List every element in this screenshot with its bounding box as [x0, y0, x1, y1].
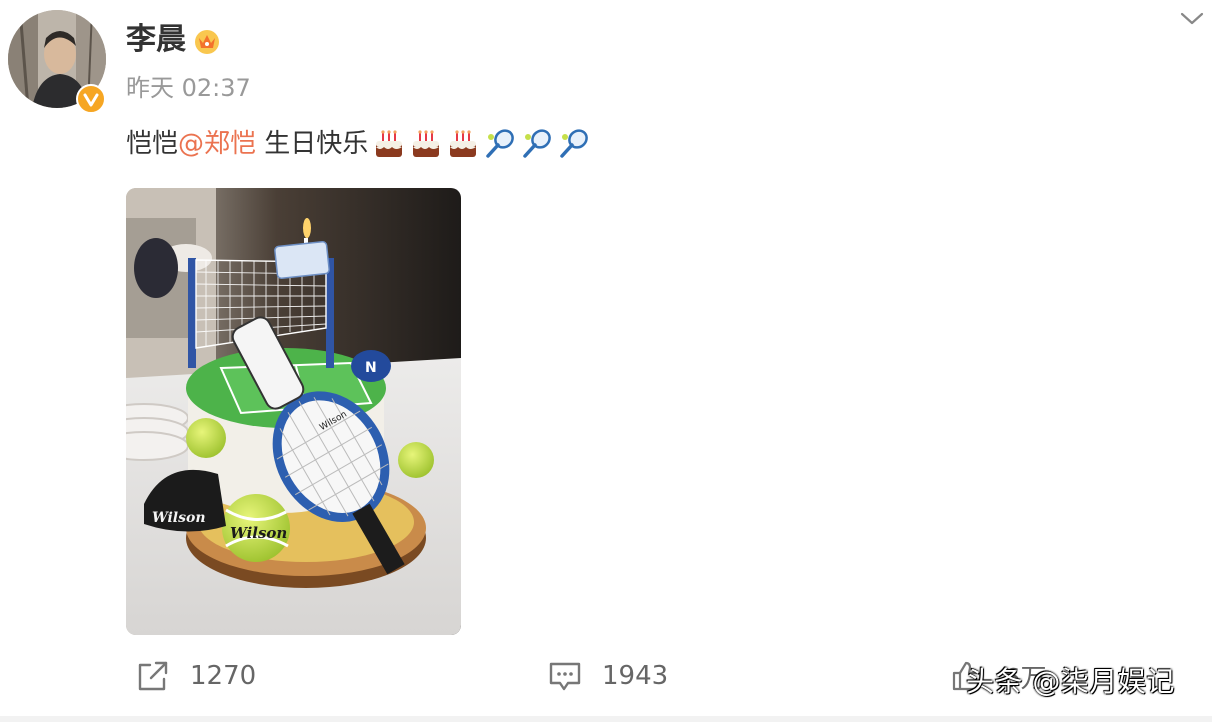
author-name[interactable]: 李晨 — [126, 20, 186, 60]
comment-button[interactable]: 1943 — [548, 656, 668, 696]
post-time: 昨天 02:37 — [126, 74, 251, 102]
post-text-prefix: 恺恺 — [126, 129, 179, 159]
chevron-down-icon[interactable] — [1178, 6, 1206, 30]
post-text-suffix: 生日快乐 — [256, 129, 369, 159]
cake-emoji-icon — [413, 130, 440, 157]
post-photo[interactable]: N Wilson Wilson Wilson — [126, 188, 461, 635]
source-watermark: 头条 @柒月娱记 — [966, 665, 1175, 698]
tennis-racket-emoji-icon — [560, 129, 589, 158]
cake-emoji-icon — [376, 130, 403, 157]
post-text: 恺恺 @郑恺 生日快乐 — [126, 124, 591, 164]
tennis-racket-emoji-icon — [523, 129, 552, 158]
comment-icon — [549, 662, 581, 691]
card-divider — [0, 716, 1212, 722]
repost-count: 1270 — [190, 661, 257, 691]
tennis-cake-photo: N Wilson Wilson Wilson — [126, 188, 461, 635]
cake-emoji-icon — [450, 130, 477, 157]
tennis-racket-emoji-icon — [486, 129, 515, 158]
mention-link[interactable]: @郑恺 — [178, 124, 256, 164]
repost-button[interactable]: 1270 — [136, 656, 256, 696]
crown-icon[interactable] — [192, 26, 222, 56]
svg-text:N: N — [365, 360, 377, 376]
repost-icon — [138, 661, 168, 691]
sign-brand-text: Wilson — [152, 510, 206, 526]
comment-count: 1943 — [602, 661, 669, 691]
verified-badge-icon — [76, 84, 106, 114]
ball-brand-text: Wilson — [230, 524, 287, 542]
weibo-post-card: 李晨 昨天 02:37 恺恺 @郑恺 生日快乐 N Wilson Wilson … — [0, 0, 1212, 722]
